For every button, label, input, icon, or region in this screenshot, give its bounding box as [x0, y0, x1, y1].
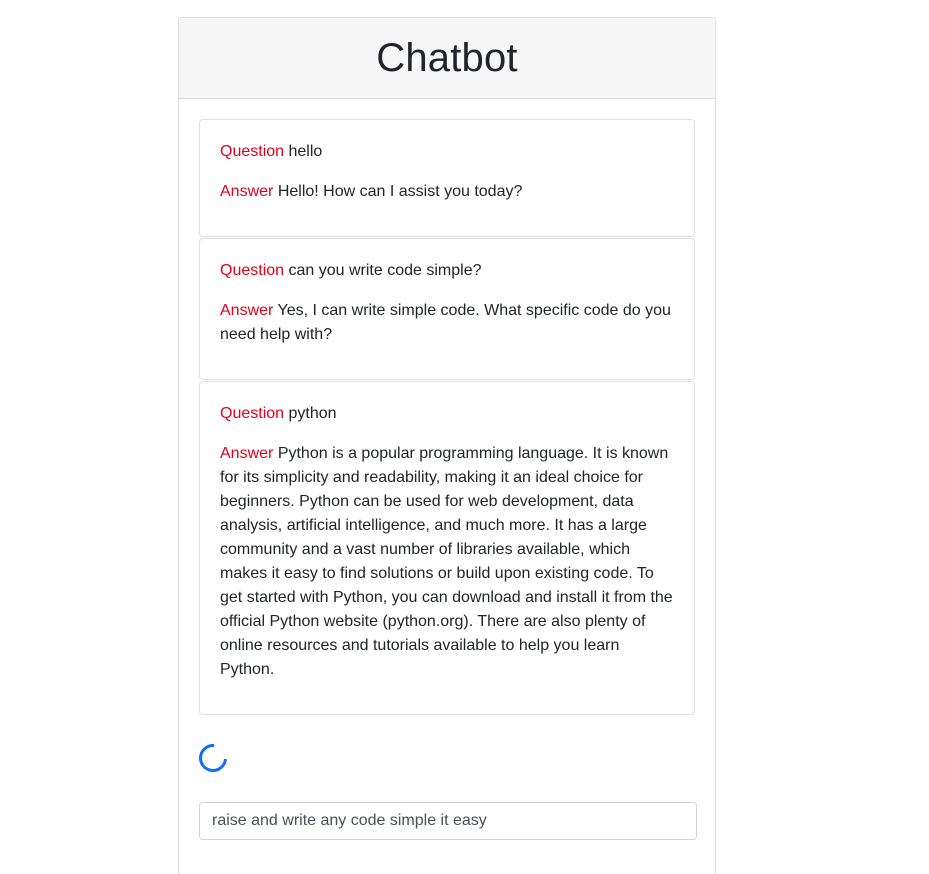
answer-line: Answer Python is a popular programming l… [220, 442, 674, 682]
answer-line: Answer Hello! How can I assist you today… [220, 180, 674, 204]
question-text: hello [288, 143, 323, 160]
question-line: Question can you write code simple? [220, 259, 674, 283]
question-line: Question hello [220, 140, 674, 164]
qa-item: Question can you write code simple? Answ… [199, 238, 695, 380]
answer-line: Answer Yes, I can write simple code. Wha… [220, 299, 674, 347]
answer-text: Python is a popular programming language… [220, 445, 673, 678]
question-label: Question [220, 405, 285, 422]
question-text: python [288, 405, 337, 422]
answer-label: Answer [220, 183, 274, 200]
question-label: Question [220, 262, 285, 279]
page-title: Chatbot [376, 35, 518, 80]
card-body: Question hello Answer Hello! How can I a… [179, 99, 715, 840]
conversation-list: Question hello Answer Hello! How can I a… [199, 119, 695, 716]
answer-label: Answer [220, 302, 274, 319]
question-line: Question python [220, 402, 674, 426]
chatbot-card: Chatbot Question hello Answer Hello! How… [178, 17, 716, 874]
chat-input[interactable] [199, 802, 697, 840]
qa-item: Question hello Answer Hello! How can I a… [199, 119, 695, 237]
card-header: Chatbot [179, 18, 715, 99]
question-label: Question [220, 143, 285, 160]
answer-label: Answer [220, 445, 274, 462]
loading-indicator [193, 738, 695, 778]
answer-text: Hello! How can I assist you today? [277, 183, 523, 200]
answer-text: Yes, I can write simple code. What speci… [220, 302, 671, 343]
qa-item: Question python Answer Python is a popul… [199, 381, 695, 715]
input-area [199, 802, 697, 840]
loading-spinner-icon [193, 738, 233, 778]
question-text: can you write code simple? [288, 262, 482, 279]
